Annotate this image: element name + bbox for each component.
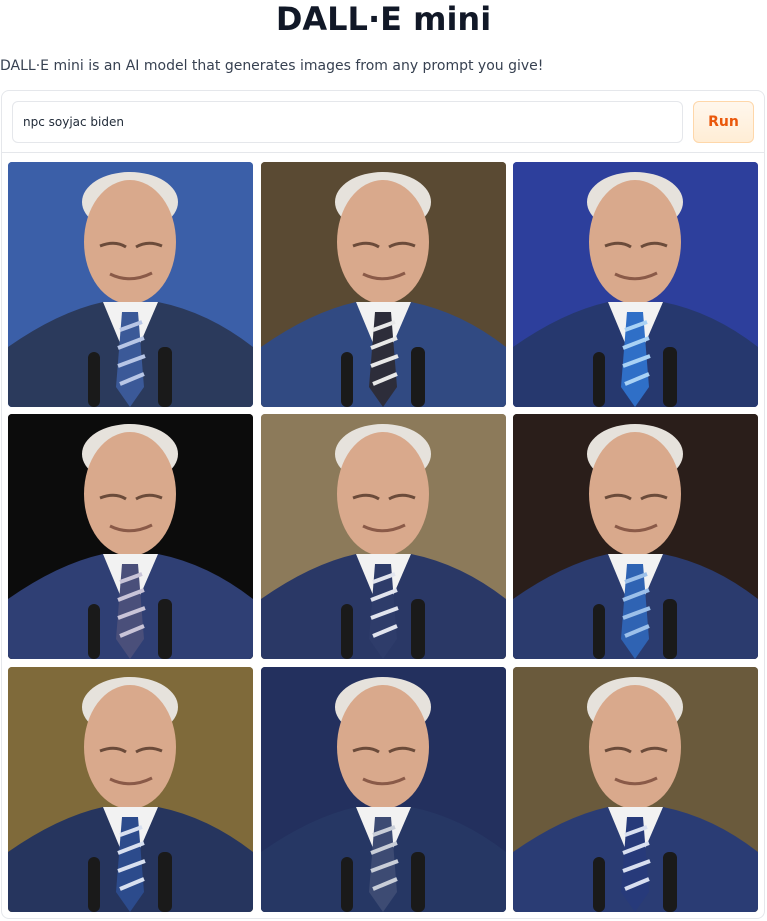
run-button[interactable]: Run — [693, 101, 754, 143]
generated-image[interactable] — [261, 162, 506, 407]
generated-image[interactable] — [513, 162, 758, 407]
generated-image[interactable] — [8, 414, 253, 659]
page-title: DALL·E mini — [275, 0, 492, 38]
generated-image[interactable] — [8, 162, 253, 407]
prompt-input[interactable] — [12, 101, 683, 143]
generated-image[interactable] — [513, 414, 758, 659]
generated-image[interactable] — [513, 667, 758, 912]
page-subtitle: DALL·E mini is an AI model that generate… — [0, 58, 544, 74]
generated-image[interactable] — [261, 667, 506, 912]
generated-image[interactable] — [8, 667, 253, 912]
generated-image[interactable] — [261, 414, 506, 659]
divider — [1, 152, 765, 153]
page: DALL·E mini DALL·E mini is an AI model t… — [0, 0, 767, 921]
